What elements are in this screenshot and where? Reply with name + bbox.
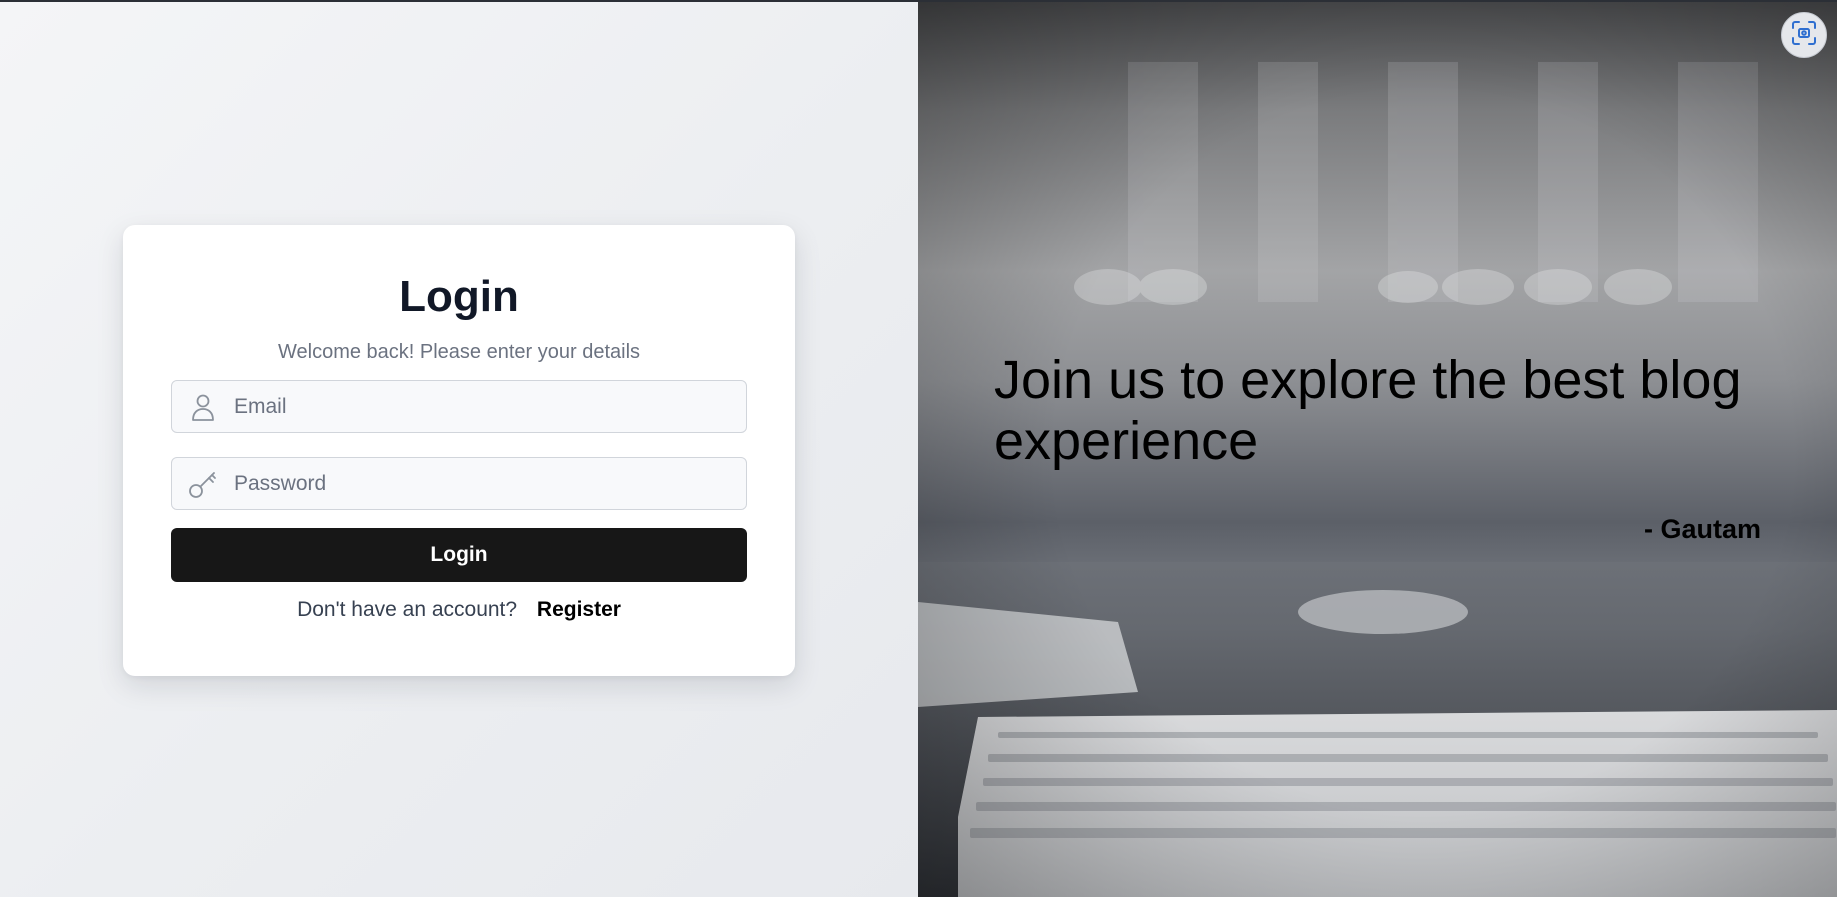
login-panel: Login Welcome back! Please enter your de…	[0, 2, 918, 897]
screen-capture-icon	[1791, 20, 1817, 51]
login-page: Login Welcome back! Please enter your de…	[0, 0, 1837, 897]
hero-author: - Gautam	[1643, 514, 1761, 544]
password-field[interactable]	[171, 457, 747, 510]
email-input[interactable]	[232, 380, 716, 433]
login-card: Login Welcome back! Please enter your de…	[123, 225, 795, 676]
register-prompt: Don't have an account?	[297, 598, 518, 621]
email-field[interactable]	[171, 380, 747, 433]
screenshot-button[interactable]	[1781, 12, 1827, 58]
password-input[interactable]	[232, 457, 716, 510]
login-title: Login	[399, 272, 519, 321]
register-row: Don't have an account? Register	[171, 598, 747, 622]
login-subtitle: Welcome back! Please enter your details	[277, 341, 641, 363]
hero-panel: Join us to explore the best blog experie…	[918, 2, 1837, 897]
user-icon	[188, 392, 218, 422]
register-link[interactable]: Register	[537, 598, 621, 621]
key-icon	[188, 469, 218, 499]
login-button[interactable]: Login	[171, 528, 747, 582]
hero-quote: Join us to explore the best blog experie…	[994, 350, 1742, 471]
